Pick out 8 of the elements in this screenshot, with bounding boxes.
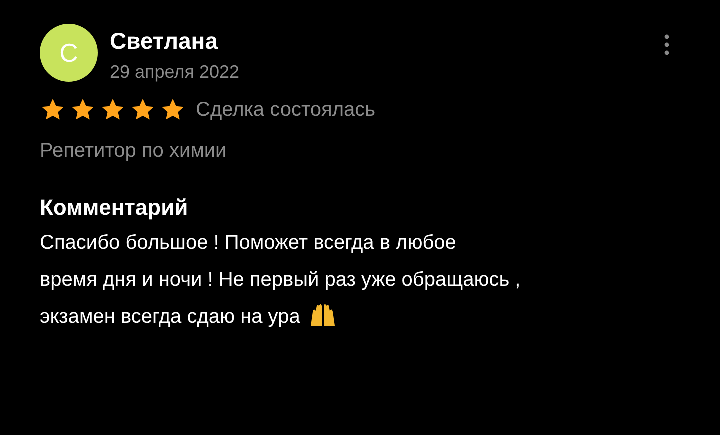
service-name: Репетитор по химии (40, 140, 227, 163)
avatar: С (40, 24, 98, 82)
deal-status: Сделка состоялась (196, 98, 376, 122)
author-name: Светлана (110, 28, 218, 55)
comment-heading: Комментарий (40, 195, 188, 221)
review-date: 29 апреля 2022 (110, 62, 240, 83)
more-options-icon[interactable] (664, 34, 670, 56)
comment-text: Спасибо большое ! Поможет всегда в любое время дня и ночи ! Не первый раз уже обращаюсь , экзамен всегда сдаю на ура (40, 231, 521, 330)
